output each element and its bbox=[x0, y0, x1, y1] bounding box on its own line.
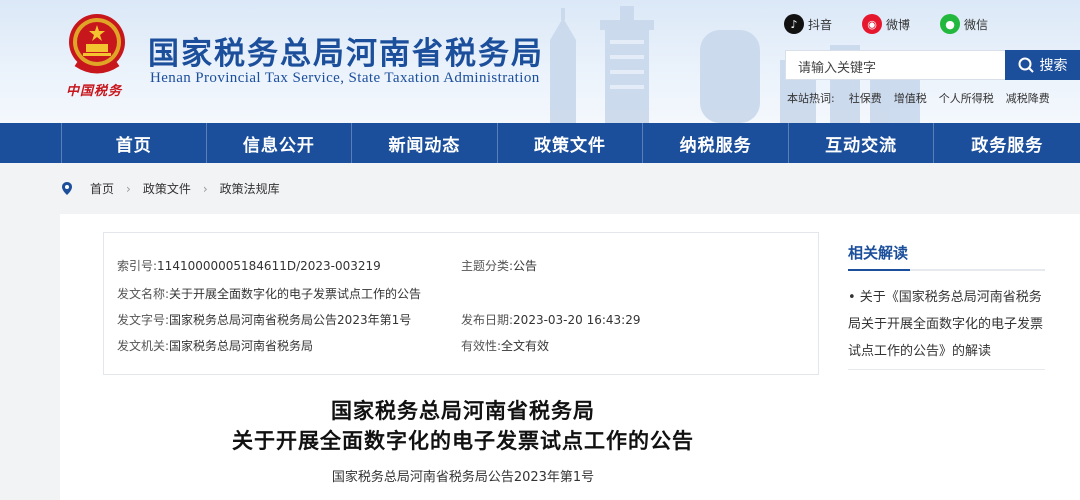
location-pin-icon bbox=[62, 182, 72, 195]
meta-org-value: 国家税务总局河南省税务局 bbox=[169, 339, 314, 353]
breadcrumb: 首页 › 政策文件 › 政策法规库 bbox=[62, 180, 280, 197]
document-metadata: 索引号:11410000005184611D/2023-003219 主题分类:… bbox=[103, 232, 819, 375]
related-reading-link[interactable]: • 关于《国家税务总局河南省税务局关于开展全面数字化的电子发票试点工作的公告》的… bbox=[848, 284, 1048, 365]
breadcrumb-policy-library[interactable]: 政策法规库 bbox=[220, 180, 280, 197]
weixin-icon: ● bbox=[940, 14, 960, 34]
site-header: 中国税务 国家税务总局河南省税务局 Henan Provincial Tax S… bbox=[0, 0, 1080, 123]
meta-docno-value: 国家税务总局河南省税务局公告2023年第1号 bbox=[169, 313, 412, 327]
hotword-item[interactable]: 社保费 bbox=[849, 90, 882, 106]
meta-docno-label: 发文字号: bbox=[117, 313, 170, 327]
site-subtitle: Henan Provincial Tax Service, State Taxa… bbox=[150, 70, 540, 86]
weibo-label: 微博 bbox=[886, 17, 911, 32]
meta-docno: 发文字号:国家税务总局河南省税务局公告2023年第1号 bbox=[117, 311, 411, 328]
breadcrumb-policy[interactable]: 政策文件 bbox=[143, 180, 191, 197]
meta-topic-value: 公告 bbox=[513, 259, 538, 273]
nav-item-tax-service[interactable]: 纳税服务 bbox=[643, 123, 789, 163]
hotword-item[interactable]: 减税降费 bbox=[1006, 90, 1050, 106]
weixin-link[interactable]: ● 微信 bbox=[940, 14, 988, 34]
meta-date-label: 发布日期: bbox=[461, 313, 514, 327]
related-reading-divider bbox=[848, 269, 1045, 271]
chevron-right-icon: › bbox=[202, 181, 208, 196]
nav-item-gov-service[interactable]: 政务服务 bbox=[934, 123, 1080, 163]
chevron-right-icon: › bbox=[126, 181, 131, 196]
meta-org: 发文机关:国家税务总局河南省税务局 bbox=[117, 337, 313, 354]
document-title-line2: 关于开展全面数字化的电子发票试点工作的公告 bbox=[232, 429, 694, 453]
nav-item-home[interactable]: 首页 bbox=[61, 123, 207, 163]
nav-item-info-disclosure[interactable]: 信息公开 bbox=[207, 123, 353, 163]
related-reading-title: 相关解读 bbox=[848, 244, 909, 262]
search-button[interactable]: 搜索 bbox=[1005, 50, 1080, 80]
national-emblem-icon bbox=[69, 14, 125, 74]
document-number: 国家税务总局河南省税务局公告2023年第1号 bbox=[331, 470, 595, 485]
meta-index: 索引号:11410000005184611D/2023-003219 bbox=[117, 257, 381, 274]
weibo-link[interactable]: ◉ 微博 bbox=[862, 14, 910, 34]
site-title[interactable]: 国家税务总局河南省税务局 bbox=[148, 28, 544, 73]
hotword-item[interactable]: 增值税 bbox=[894, 90, 927, 106]
meta-validity-value: 全文有效 bbox=[501, 339, 550, 353]
search-input[interactable]: 请输入关键字 bbox=[785, 50, 1007, 80]
nav-item-policy[interactable]: 政策文件 bbox=[498, 123, 644, 163]
hotword-item[interactable]: 个人所得税 bbox=[939, 90, 994, 106]
main-nav: 首页 信息公开 新闻动态 政策文件 纳税服务 互动交流 政务服务 bbox=[0, 123, 1080, 163]
meta-validity-label: 有效性: bbox=[461, 339, 502, 353]
douyin-link[interactable]: ♪ 抖音 bbox=[784, 14, 832, 34]
meta-name-value: 关于开展全面数字化的电子发票试点工作的公告 bbox=[169, 287, 422, 301]
search-icon bbox=[1018, 57, 1034, 73]
document-title-line1: 国家税务总局河南省税务局 bbox=[331, 399, 595, 423]
meta-name-label: 发文名称: bbox=[117, 287, 170, 301]
weibo-icon: ◉ bbox=[862, 14, 882, 34]
meta-org-label: 发文机关: bbox=[117, 339, 170, 353]
meta-date-value: 2023-03-20 16:43:29 bbox=[513, 313, 641, 327]
weixin-label: 微信 bbox=[964, 17, 989, 32]
meta-index-label: 索引号: bbox=[117, 259, 158, 273]
douyin-label: 抖音 bbox=[808, 17, 833, 32]
search-button-label: 搜索 bbox=[1039, 58, 1068, 74]
meta-date: 发布日期:2023-03-20 16:43:29 bbox=[461, 311, 641, 328]
meta-validity: 有效性:全文有效 bbox=[461, 337, 549, 354]
related-reading-bottom-divider bbox=[848, 369, 1045, 370]
meta-topic: 主题分类:公告 bbox=[461, 257, 537, 274]
hotwords-label: 本站热词: bbox=[787, 92, 835, 105]
douyin-icon: ♪ bbox=[784, 14, 804, 34]
meta-name: 发文名称:关于开展全面数字化的电子发票试点工作的公告 bbox=[117, 285, 421, 302]
hot-keywords: 本站热词: 社保费 增值税 个人所得税 减税降费 bbox=[787, 90, 1062, 106]
nav-item-interaction[interactable]: 互动交流 bbox=[789, 123, 935, 163]
seal-text: 中国税务 bbox=[66, 84, 123, 99]
breadcrumb-home[interactable]: 首页 bbox=[90, 180, 114, 197]
nav-item-news[interactable]: 新闻动态 bbox=[352, 123, 498, 163]
meta-index-value: 11410000005184611D/2023-003219 bbox=[157, 259, 381, 273]
meta-topic-label: 主题分类: bbox=[461, 259, 514, 273]
